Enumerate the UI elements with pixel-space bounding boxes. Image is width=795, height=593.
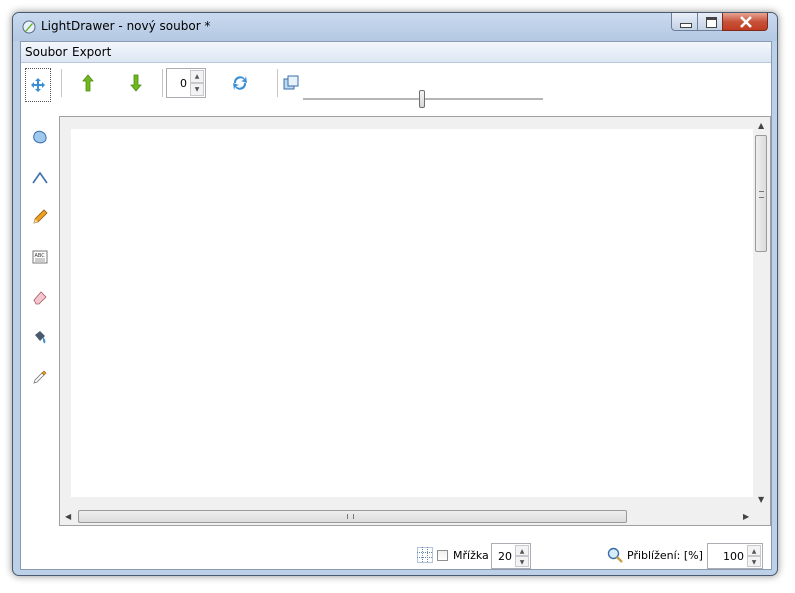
toolbar-separator — [61, 69, 62, 97]
stepper-down-icon[interactable]: ▼ — [747, 556, 761, 567]
eraser-tool-icon — [33, 291, 47, 305]
maximize-icon — [706, 17, 717, 28]
arrow-up-icon — [82, 74, 94, 92]
window-title: LightDrawer - nový soubor * — [41, 19, 211, 33]
vertical-scroll-thumb[interactable] — [755, 135, 767, 252]
zoom-value: 100 — [723, 550, 744, 563]
close-icon — [740, 16, 752, 28]
zoom-magnifier-icon — [607, 547, 623, 563]
polyline-tool-icon — [32, 171, 48, 184]
svg-text:ABC: ABC — [35, 253, 46, 259]
eyedropper-tool-button[interactable] — [29, 366, 51, 388]
grid-size-stepper[interactable]: 20 ▲ ▼ — [491, 543, 531, 569]
stepper-up-icon[interactable]: ▲ — [747, 545, 761, 556]
grid-size-value: 20 — [498, 550, 512, 563]
menu-soubor[interactable]: Soubor — [25, 45, 67, 59]
grid-checkbox[interactable] — [437, 550, 448, 561]
grid-icon — [417, 547, 433, 563]
eraser-tool-button[interactable] — [29, 286, 51, 308]
stepper-down-icon[interactable]: ▼ — [515, 556, 529, 567]
scroll-up-icon[interactable]: ▲ — [758, 121, 764, 130]
grip-icon — [759, 191, 764, 198]
toolbar-separator — [162, 69, 163, 97]
maximize-button[interactable] — [697, 13, 723, 31]
horizontal-scroll-thumb[interactable] — [78, 510, 627, 523]
toolbar: 0 ▲ ▼ — [21, 63, 771, 103]
drawing-area: ▲ ▼ ◀ ▶ — [59, 116, 771, 526]
menu-export[interactable]: Export — [72, 45, 111, 59]
minimize-icon — [680, 23, 692, 28]
title-bar[interactable]: LightDrawer - nový soubor * — [13, 13, 777, 41]
scroll-right-icon[interactable]: ▶ — [743, 512, 749, 521]
pencil-tool-button[interactable] — [29, 206, 51, 228]
polyline-tool-button[interactable] — [29, 166, 51, 188]
pencil-tool-icon — [33, 209, 48, 224]
drawing-canvas[interactable] — [71, 129, 755, 497]
rotate-icon — [233, 76, 247, 90]
client-area: Soubor Export 0 ▲ ▼ ABC ▲ ▼ ◀ ▶ Mřížka 2… — [20, 41, 772, 570]
tool-palette: ABC — [21, 104, 57, 504]
zoom-stepper[interactable]: 100 ▲ ▼ — [707, 543, 763, 569]
move-icon — [31, 78, 45, 92]
grid-label: Mřížka — [453, 549, 489, 562]
layer-button[interactable] — [280, 72, 302, 94]
rotate-button[interactable] — [229, 72, 251, 94]
move-down-button[interactable] — [125, 72, 147, 94]
app-logo-icon — [22, 20, 36, 34]
scroll-left-icon[interactable]: ◀ — [65, 512, 71, 521]
zoom-slider-thumb[interactable] — [419, 90, 425, 108]
stepper-up-icon[interactable]: ▲ — [190, 70, 204, 83]
layer-icon — [283, 75, 299, 90]
zoom-label: Přiblížení: [%] — [627, 549, 703, 562]
shape-tool-button[interactable] — [29, 126, 51, 148]
move-tool-button[interactable] — [25, 68, 51, 102]
status-bar: Mřížka 20 ▲ ▼ Přiblížení: [%] 100 ▲ ▼ — [21, 527, 771, 569]
grip-icon — [347, 514, 354, 519]
minimize-button[interactable] — [671, 13, 698, 31]
arrow-down-icon — [130, 74, 142, 92]
vertical-scrollbar[interactable]: ▲ ▼ — [753, 117, 770, 509]
move-up-button[interactable] — [77, 72, 99, 94]
fill-bucket-icon — [35, 331, 46, 344]
stepper-up-icon[interactable]: ▲ — [515, 545, 529, 556]
layer-stepper-value: 0 — [180, 77, 187, 90]
stepper-down-icon[interactable]: ▼ — [190, 83, 204, 96]
shape-tool-icon — [33, 130, 47, 144]
close-button[interactable] — [722, 13, 768, 31]
eyedropper-icon — [33, 370, 47, 384]
horizontal-scrollbar[interactable]: ◀ ▶ — [60, 508, 754, 525]
scroll-down-icon[interactable]: ▼ — [758, 495, 764, 504]
fill-tool-button[interactable] — [29, 326, 51, 348]
toolbar-separator — [277, 69, 278, 97]
app-window: LightDrawer - nový soubor * Soubor Expor… — [12, 12, 778, 576]
text-tool-icon: ABC — [32, 250, 48, 264]
layer-stepper[interactable]: 0 ▲ ▼ — [166, 68, 206, 98]
menu-bar: Soubor Export — [21, 42, 771, 63]
text-tool-button[interactable]: ABC — [29, 246, 51, 268]
